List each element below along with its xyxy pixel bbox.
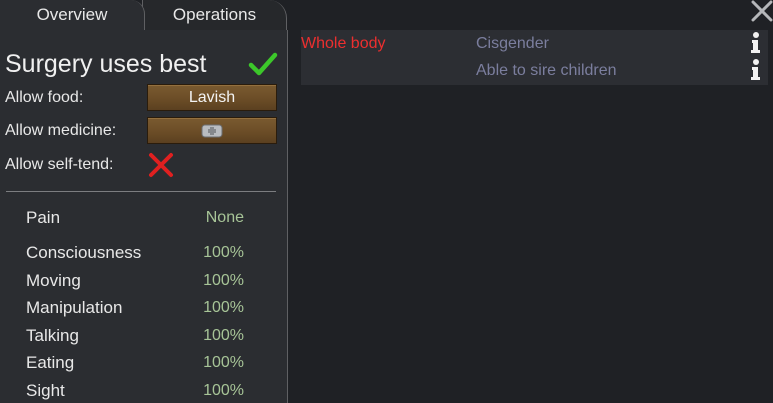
surgery-quality-title: Surgery uses best bbox=[5, 50, 207, 78]
capacity-value-moving: 100% bbox=[203, 272, 244, 289]
tab-operations[interactable]: Operations bbox=[142, 0, 287, 30]
divider bbox=[6, 191, 276, 192]
capacity-value-talking: 100% bbox=[203, 327, 244, 344]
allow-medicine-button[interactable] bbox=[147, 117, 277, 144]
capacity-name-consciousness: Consciousness bbox=[26, 243, 142, 262]
capacity-name-talking: Talking bbox=[26, 326, 79, 345]
tab-overview[interactable]: Overview bbox=[0, 0, 145, 30]
capacity-value-sight: 100% bbox=[203, 382, 244, 399]
allow-medicine-label: Allow medicine: bbox=[5, 122, 117, 139]
close-icon[interactable] bbox=[751, 0, 773, 22]
capacity-value-pain: None bbox=[205, 209, 244, 226]
capacity-value-manipulation: 100% bbox=[203, 299, 244, 316]
x-icon[interactable] bbox=[147, 151, 175, 179]
info-icon[interactable] bbox=[748, 58, 764, 82]
health-row[interactable]: Able to sire children bbox=[301, 57, 768, 84]
allow-food-label: Allow food: bbox=[5, 89, 84, 106]
medicine-kit-icon bbox=[201, 124, 223, 137]
allow-self-tend-label: Allow self-tend: bbox=[5, 156, 114, 173]
info-icon[interactable] bbox=[748, 31, 764, 55]
hediff-label: Cisgender bbox=[476, 35, 549, 52]
capacity-name-pain: Pain bbox=[26, 208, 61, 227]
check-icon[interactable] bbox=[248, 51, 278, 77]
capacity-name-sight: Sight bbox=[26, 381, 65, 400]
capacity-value-consciousness: 100% bbox=[203, 244, 244, 261]
capacity-name-manipulation: Manipulation bbox=[26, 298, 123, 317]
health-table: Whole body Cisgender Able to sire childr… bbox=[301, 30, 768, 85]
body-part-label: Whole body bbox=[301, 35, 386, 52]
hediff-label: Able to sire children bbox=[476, 62, 617, 79]
allow-food-value: Lavish bbox=[188, 88, 236, 106]
capacity-name-moving: Moving bbox=[26, 271, 81, 290]
health-row[interactable]: Whole body Cisgender bbox=[301, 30, 768, 57]
tab-operations-label: Operations bbox=[172, 5, 257, 24]
tab-overview-label: Overview bbox=[36, 5, 108, 24]
capacity-value-eating: 100% bbox=[203, 354, 244, 371]
capacity-name-eating: Eating bbox=[26, 353, 75, 372]
allow-food-button[interactable]: Lavish bbox=[147, 84, 277, 111]
